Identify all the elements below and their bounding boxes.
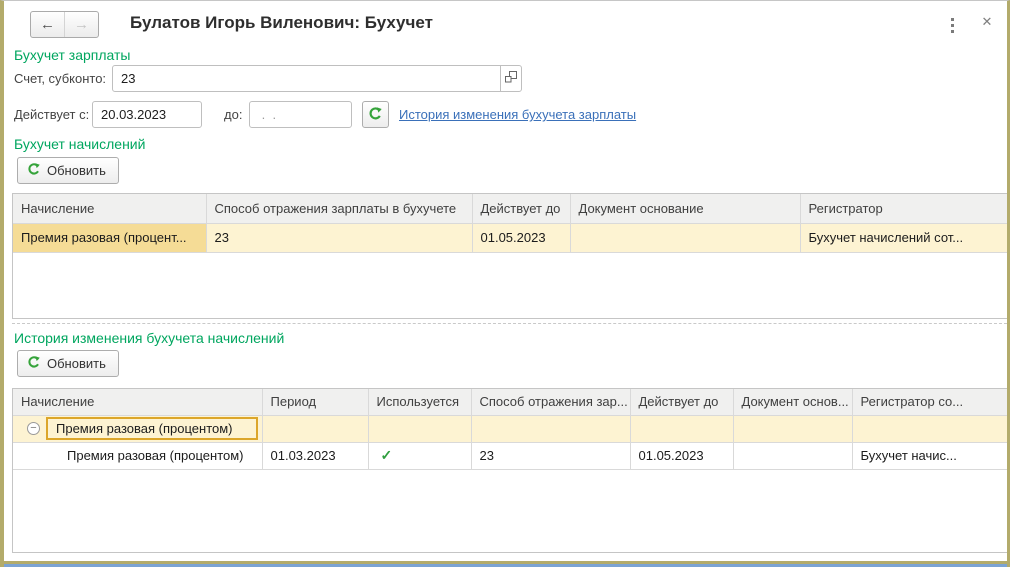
column-header[interactable]: Начисление [13,389,262,415]
arrow-right-icon: → [74,16,89,33]
column-header[interactable]: Период [262,389,368,415]
cell-used[interactable]: ✓ [368,442,471,469]
nav-buttons: ← → [30,11,99,38]
refresh-button-label: Обновить [47,163,106,178]
cell-base-document[interactable] [733,442,852,469]
cell-empty[interactable] [630,415,733,442]
column-header[interactable]: Действует до [472,194,570,223]
column-header[interactable]: Способ отражения зарплаты в бухучете [206,194,472,223]
cell-accrual[interactable]: Премия разовая (процент... [13,223,206,252]
cell-registrar[interactable]: Бухучет начис... [852,442,1008,469]
close-icon[interactable]: ✕ [977,12,997,32]
cell-empty[interactable] [471,415,630,442]
section-title-accruals: Бухучет начислений [14,136,145,152]
account-input[interactable] [112,65,501,92]
column-header[interactable]: Действует до [630,389,733,415]
form-window: ← → Булатов Игорь Виленович: Бухучет ✕ Б… [0,0,1010,567]
cell-period[interactable]: 01.03.2023 [262,442,368,469]
cell-valid-to[interactable]: 01.05.2023 [472,223,570,252]
cell-empty[interactable] [852,415,1008,442]
table-row: Премия разовая (процентом) 01.03.2023 ✓ … [13,442,1008,469]
arrow-left-icon: ← [40,16,55,33]
cell-accrual[interactable]: Премия разовая (процентом) [13,442,262,469]
salary-history-link[interactable]: История изменения бухучета зарплаты [399,107,636,122]
table-row: Премия разовая (процент... 23 01.05.2023… [13,223,1008,252]
splitter[interactable] [12,323,1007,324]
cell-empty[interactable] [262,415,368,442]
refresh-dates-button[interactable] [362,101,389,128]
cell-group[interactable]: −Премия разовая (процентом) [13,415,262,442]
history-header-row: Начисление Период Используется Способ от… [13,389,1008,415]
cell-registrar[interactable]: Бухучет начислений сот... [800,223,1008,252]
page-title: Булатов Игорь Виленович: Бухучет [130,13,433,33]
history-table: Начисление Период Используется Способ от… [12,388,1009,553]
cell-base-document[interactable] [570,223,800,252]
refresh-history-button[interactable]: Обновить [17,350,119,377]
back-button[interactable]: ← [31,12,65,37]
valid-to-label: до: [224,107,242,122]
account-label: Счет, субконто: [14,71,106,86]
refresh-button-label: Обновить [47,356,106,371]
column-header[interactable]: Способ отражения зар... [471,389,630,415]
cell-method[interactable]: 23 [206,223,472,252]
section-title-history: История изменения бухучета начислений [14,330,284,346]
refresh-icon [27,162,41,179]
group-label[interactable]: Премия разовая (процентом) [46,417,258,440]
open-in-window-icon [505,71,517,86]
refresh-icon [368,106,383,124]
accruals-header-row: Начисление Способ отражения зарплаты в б… [13,194,1008,223]
valid-from-label: Действует с: [14,107,89,122]
column-header[interactable]: Регистратор [800,194,1008,223]
cell-method[interactable]: 23 [471,442,630,469]
refresh-icon [27,355,41,372]
valid-to-input[interactable] [249,101,352,128]
collapse-group-icon[interactable]: − [27,422,40,435]
cell-empty[interactable] [733,415,852,442]
column-header[interactable]: Документ основание [570,194,800,223]
refresh-accruals-button[interactable]: Обновить [17,157,119,184]
column-header[interactable]: Начисление [13,194,206,223]
section-title-salary: Бухучет зарплаты [14,47,131,63]
more-menu-icon[interactable] [946,14,958,36]
group-row: −Премия разовая (процентом) [13,415,1008,442]
open-button[interactable] [500,65,522,92]
forward-button[interactable]: → [65,12,98,37]
column-header[interactable]: Регистратор со... [852,389,1008,415]
column-header[interactable]: Документ основ... [733,389,852,415]
column-header[interactable]: Используется [368,389,471,415]
cell-empty[interactable] [368,415,471,442]
checkmark-icon: ✓ [381,447,393,463]
accruals-table: Начисление Способ отражения зарплаты в б… [12,193,1009,319]
valid-from-input[interactable] [92,101,202,128]
cell-valid-to[interactable]: 01.05.2023 [630,442,733,469]
